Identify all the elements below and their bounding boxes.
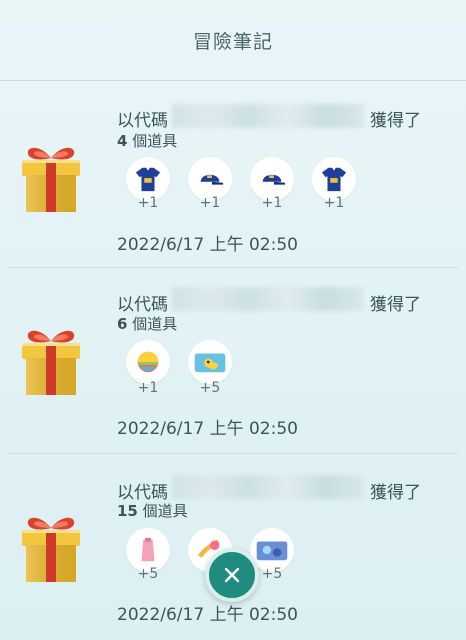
redacted-code	[172, 475, 364, 499]
code-prefix: 以代碼	[117, 111, 168, 131]
pikachu-sticker-icon	[193, 349, 227, 375]
item-count: 4 個道具	[117, 132, 178, 150]
item-count: 15 個道具	[117, 502, 188, 520]
entry-date: 2022/6/17 上午 02:50	[117, 605, 298, 625]
item-qty: +5	[137, 566, 159, 582]
pink-sticker-icon	[134, 536, 162, 564]
gift-box-icon	[18, 325, 84, 397]
item-qty: +5	[199, 380, 221, 396]
divider	[8, 267, 458, 268]
item-qty: +1	[137, 195, 159, 211]
entry-date: 2022/6/17 上午 02:50	[117, 419, 298, 439]
rainbow-orb-icon	[134, 348, 162, 376]
blue-cap-icon	[258, 165, 286, 193]
item-qty: +1	[137, 380, 159, 396]
item-count: 6 個道具	[117, 315, 178, 333]
gift-box-icon	[18, 142, 84, 214]
close-icon	[224, 567, 240, 583]
gift-box-icon	[18, 512, 84, 584]
blue-shirt-icon	[320, 165, 348, 193]
redacted-code	[172, 287, 364, 311]
page-title: 冒險筆記	[192, 30, 273, 53]
entry-date: 2022/6/17 上午 02:50	[117, 235, 298, 255]
item-qty: +1	[323, 195, 345, 211]
item-qty: +1	[199, 195, 221, 211]
gained-label: 獲得了	[370, 111, 421, 131]
divider	[8, 453, 458, 454]
blue-shirt-icon	[134, 165, 162, 193]
item-qty: +1	[261, 195, 283, 211]
item-pikachu-sticker	[188, 340, 232, 384]
redacted-code	[172, 104, 364, 128]
gained-label: 獲得了	[370, 483, 421, 503]
blue-cap-icon	[196, 165, 224, 193]
blue-sticker-icon	[255, 537, 289, 563]
close-button[interactable]	[205, 548, 259, 602]
gained-label: 獲得了	[370, 295, 421, 315]
journal-header: 冒險筆記	[0, 0, 466, 81]
item-rainbow-orb	[126, 340, 170, 384]
code-prefix: 以代碼	[117, 295, 168, 315]
